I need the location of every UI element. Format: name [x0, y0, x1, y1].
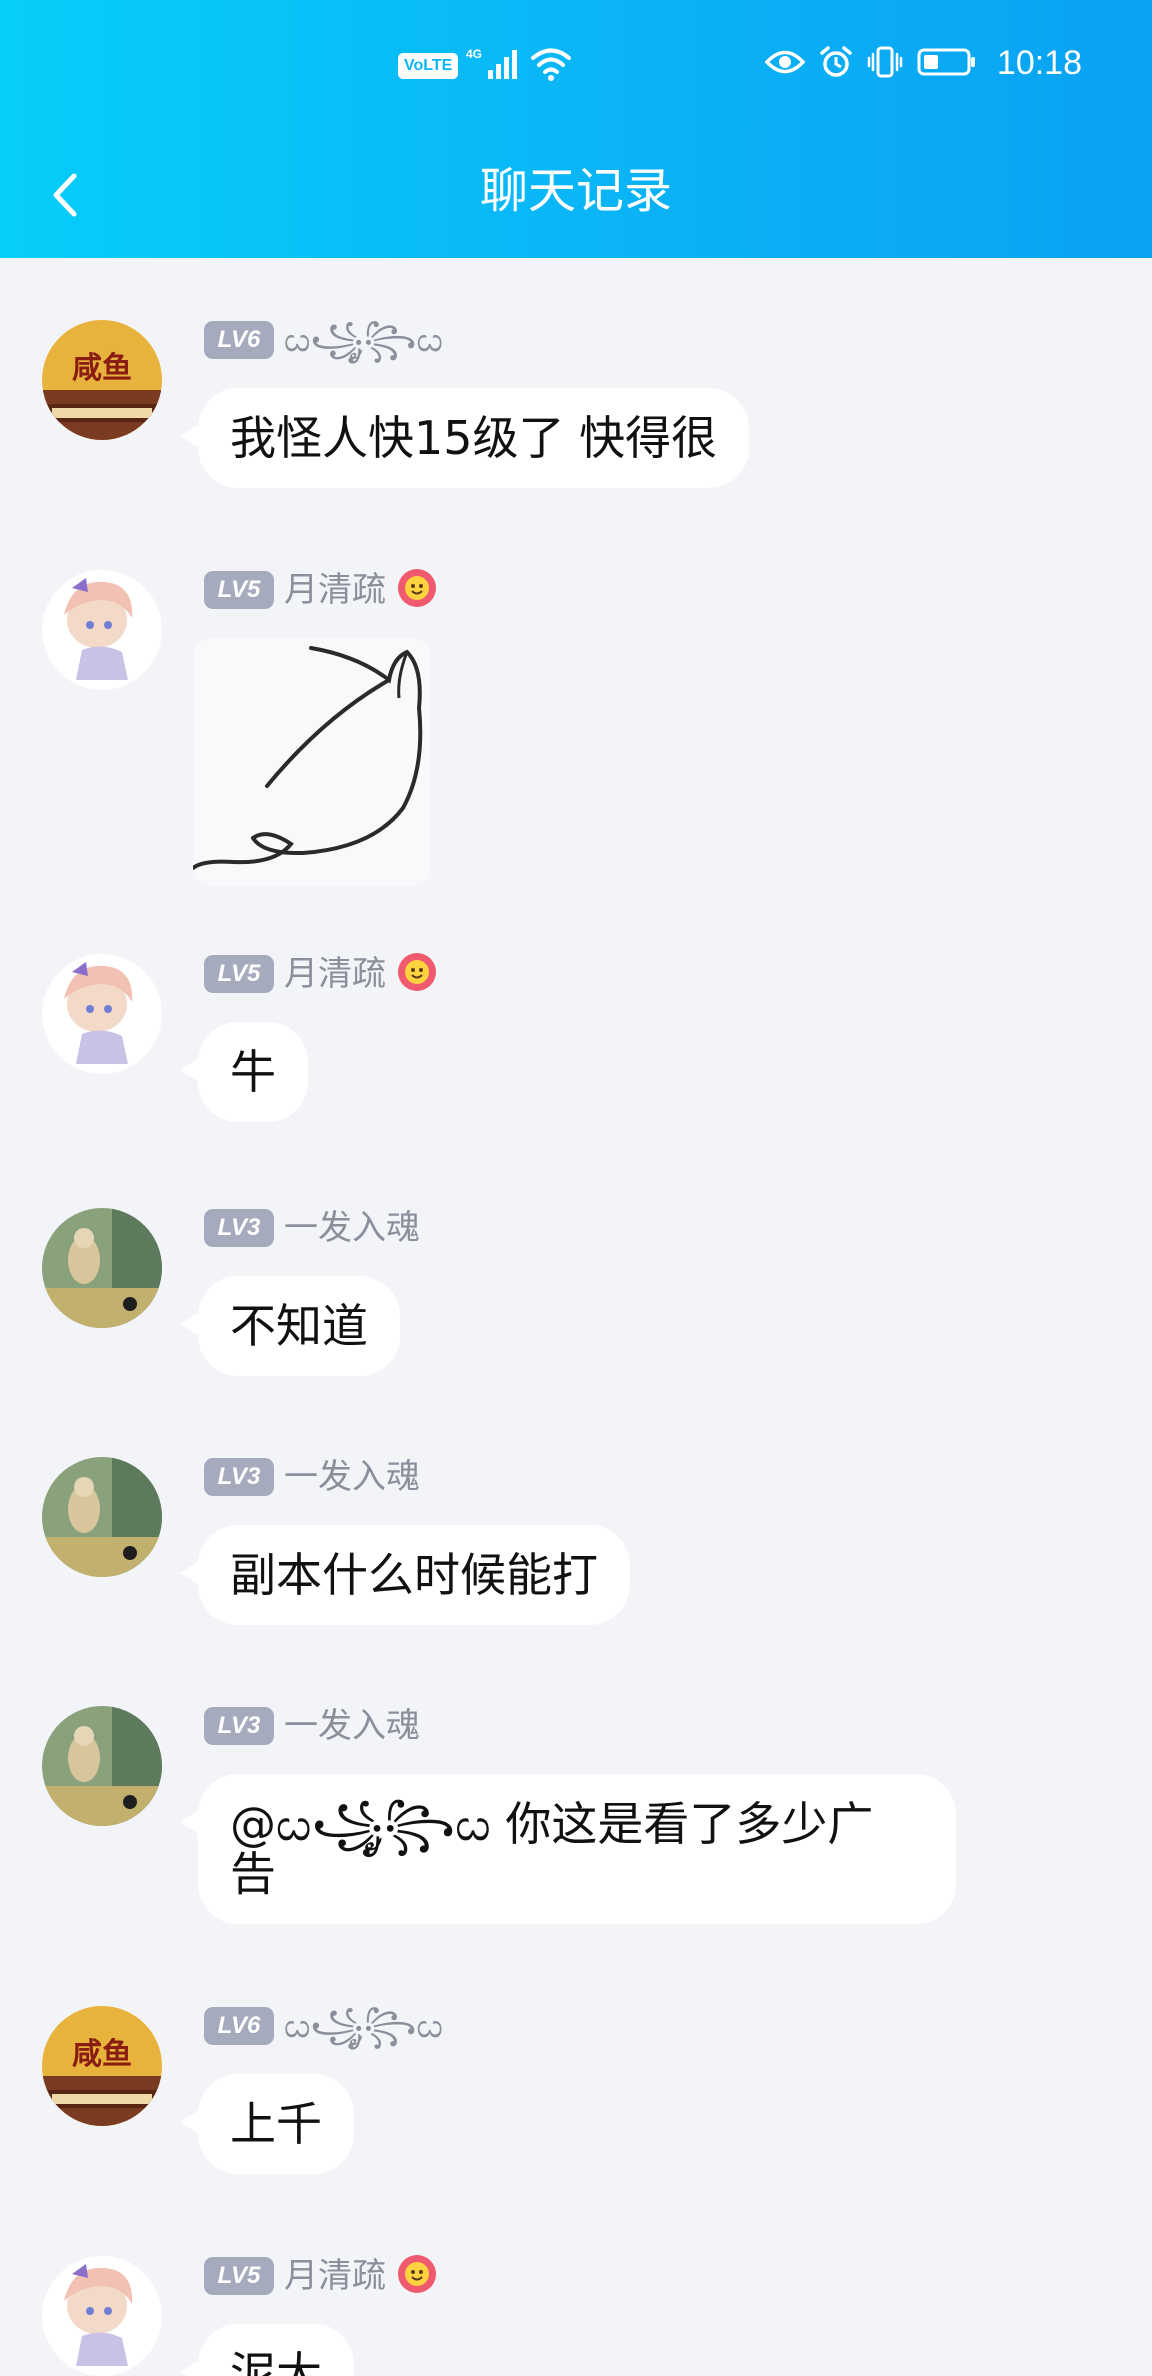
- message-bubble[interactable]: 副本什么时候能打: [180, 1525, 630, 1625]
- flower-emoji-icon: [396, 567, 438, 613]
- flower-emoji-icon: [396, 2253, 438, 2299]
- status-time: 10:18: [996, 44, 1082, 82]
- message-bubble[interactable]: 牛: [180, 1022, 308, 1122]
- level-badge: LV6: [204, 2007, 274, 2045]
- level-badge: LV5: [204, 571, 274, 609]
- anime-girl-avatar[interactable]: [42, 2256, 162, 2376]
- network-type-label: 4G: [466, 47, 482, 61]
- status-bar: VoLTE 4G 10:18: [0, 0, 1152, 136]
- anime-girl-avatar[interactable]: [42, 954, 162, 1074]
- message-bubble[interactable]: 泥大: [180, 2324, 354, 2376]
- street-photo-avatar[interactable]: [42, 1706, 162, 1826]
- level-badge: LV3: [204, 1209, 274, 1247]
- sender-meta: LV3 一发入魂: [204, 1457, 420, 1497]
- level-badge: LV3: [204, 1458, 274, 1496]
- level-badge: LV5: [204, 955, 274, 993]
- app-header: VoLTE 4G 10:18 聊天记录: [0, 0, 1152, 258]
- sender-meta: LV6 ᦍ꧁ᤢ꧂ᦍ: [204, 2006, 443, 2046]
- message-bubble[interactable]: 我怪人快15级了 快得很: [179, 388, 750, 488]
- message-bubble[interactable]: 不知道: [180, 1276, 400, 1376]
- nav-bar: 聊天记录: [0, 136, 1152, 258]
- sender-meta: LV5 月清疏: [204, 951, 438, 997]
- game-logo-avatar[interactable]: 咸鱼: [42, 2006, 162, 2126]
- sender-meta: LV3 一发入魂: [204, 1706, 420, 1746]
- eye-icon: [764, 47, 806, 81]
- street-photo-avatar[interactable]: [42, 1457, 162, 1577]
- vibrate-icon: [867, 45, 903, 83]
- signal-icon: 4G: [466, 46, 522, 86]
- alarm-icon: [819, 45, 853, 83]
- game-logo-avatar[interactable]: 咸鱼: [42, 320, 162, 440]
- message-bubble[interactable]: 上千: [180, 2074, 354, 2174]
- level-badge: LV6: [204, 321, 274, 359]
- level-badge: LV5: [204, 2257, 274, 2295]
- sender-meta: LV5 月清疏: [204, 567, 438, 613]
- system-indicators: 10:18: [764, 44, 1082, 83]
- sender-meta: LV6 ᦍ꧁ᤢ꧂ᦍ: [204, 320, 443, 360]
- flower-emoji-icon: [396, 951, 438, 997]
- sender-meta: LV3 一发入魂: [204, 1208, 420, 1248]
- sender-name[interactable]: ᦍ꧁ᤢ꧂ᦍ: [284, 2006, 443, 2046]
- level-badge: LV3: [204, 1707, 274, 1745]
- sender-name[interactable]: 一发入魂: [284, 1457, 420, 1497]
- sender-meta: LV5 月清疏: [204, 2253, 438, 2299]
- network-indicators: VoLTE 4G: [398, 46, 572, 86]
- sender-name[interactable]: 月清疏: [284, 570, 386, 610]
- sender-name[interactable]: ᦍ꧁ᤢ꧂ᦍ: [284, 320, 443, 360]
- sticker-image[interactable]: [193, 638, 431, 886]
- sender-name[interactable]: 一发入魂: [284, 1208, 420, 1248]
- street-photo-avatar[interactable]: [42, 1208, 162, 1328]
- page-title: 聊天记录: [479, 163, 672, 219]
- battery-icon: [917, 47, 977, 81]
- svg-text:咸鱼: 咸鱼: [72, 351, 132, 386]
- sender-name[interactable]: 月清疏: [284, 954, 386, 994]
- anime-girl-avatar[interactable]: [42, 570, 162, 690]
- wifi-icon: [530, 46, 572, 86]
- message-list[interactable]: 咸鱼 LV6 ᦍ꧁ᤢ꧂ᦍ 我怪人快15级了 快得很 LV5 月清疏 LV5 月清…: [0, 258, 1152, 2376]
- svg-text:咸鱼: 咸鱼: [72, 2037, 132, 2072]
- message-bubble[interactable]: @ᦍ꧁ᤢ꧂ᦍ 你这是看了多少广 告: [180, 1774, 956, 1924]
- volte-badge: VoLTE: [398, 53, 459, 79]
- sender-name[interactable]: 一发入魂: [284, 1706, 420, 1746]
- sender-name[interactable]: 月清疏: [284, 2256, 386, 2296]
